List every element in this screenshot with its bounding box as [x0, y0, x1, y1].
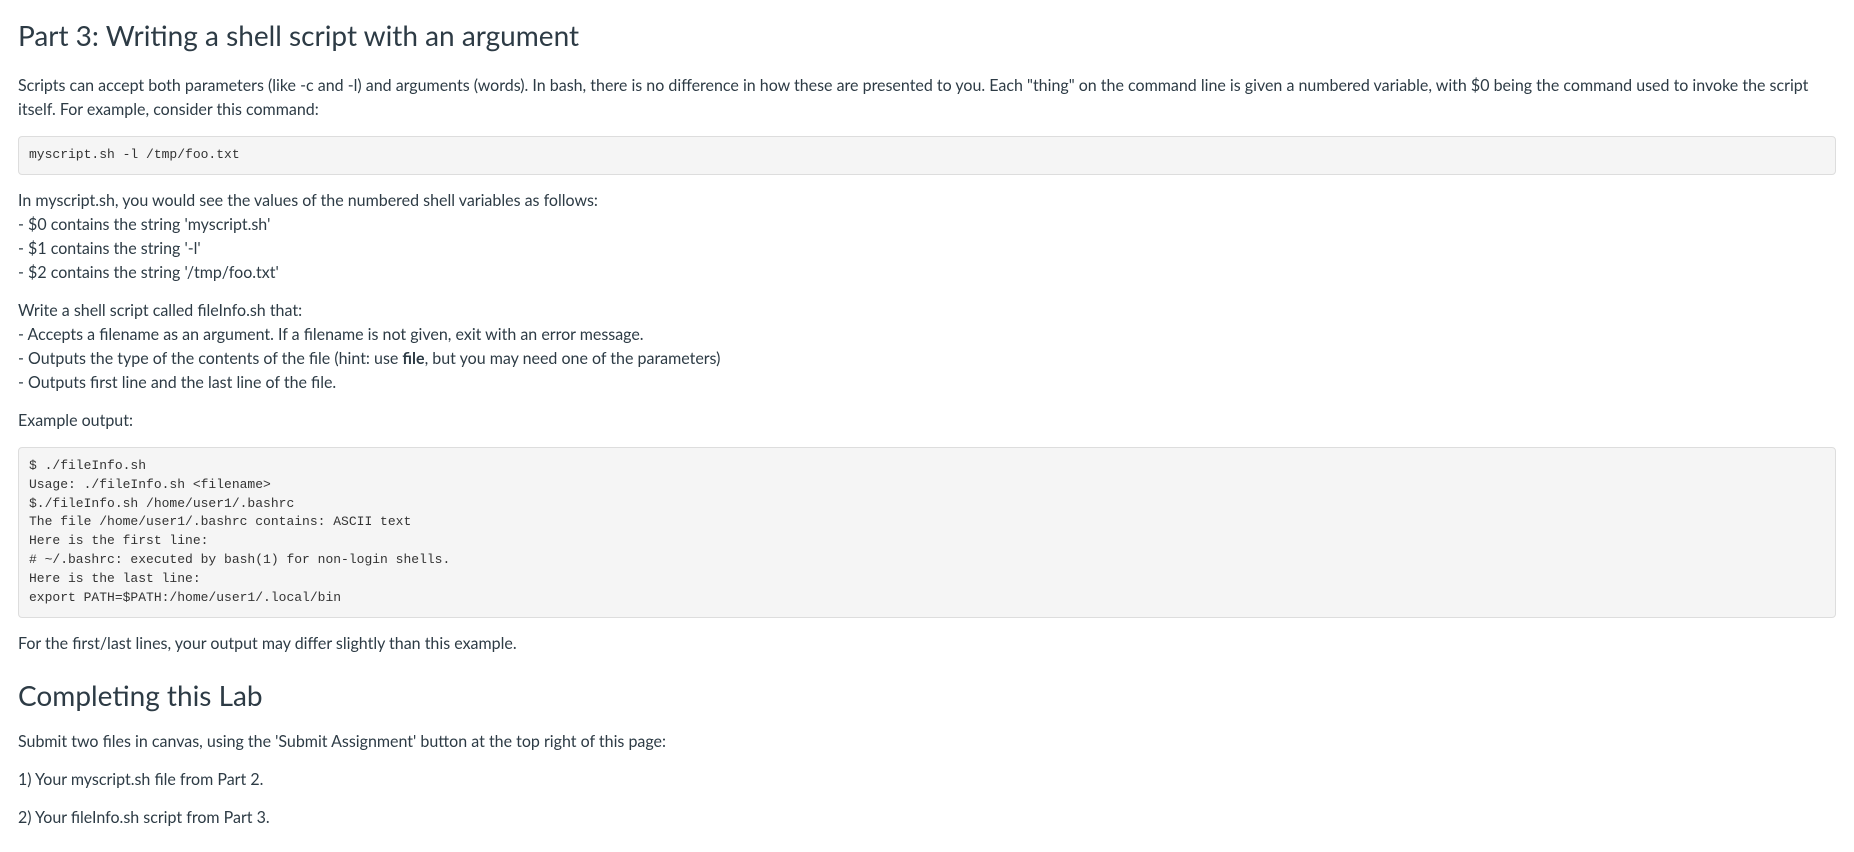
vars-intro: In myscript.sh, you would see the values…	[18, 189, 1836, 213]
example-label: Example output:	[18, 409, 1836, 433]
submit-intro: Submit two files in canvas, using the 'S…	[18, 730, 1836, 754]
variables-block: In myscript.sh, you would see the values…	[18, 189, 1836, 285]
heading-part3: Part 3: Writing a shell script with an a…	[18, 14, 1836, 56]
item2-prefix: - Outputs the type of the contents of th…	[18, 349, 402, 368]
instructions-block: Write a shell script called fileInfo.sh …	[18, 299, 1836, 395]
note-differ: For the first/last lines, your output ma…	[18, 632, 1836, 656]
heading-completing: Completing this Lab	[18, 674, 1836, 716]
vars-line-2: - $2 contains the string '/tmp/foo.txt'	[18, 261, 1836, 285]
code-block-command: myscript.sh -l /tmp/foo.txt	[18, 136, 1836, 175]
instructions-intro: Write a shell script called fileInfo.sh …	[18, 299, 1836, 323]
submit-item-2: 2) Your fileInfo.sh script from Part 3.	[18, 806, 1836, 830]
instructions-item-1: - Accepts a filename as an argument. If …	[18, 323, 1836, 347]
item2-bold: file	[402, 349, 424, 368]
instructions-item-2: - Outputs the type of the contents of th…	[18, 347, 1836, 371]
vars-line-1: - $1 contains the string '-l'	[18, 237, 1836, 261]
submit-item-1: 1) Your myscript.sh file from Part 2.	[18, 768, 1836, 792]
vars-line-0: - $0 contains the string 'myscript.sh'	[18, 213, 1836, 237]
instructions-item-3: - Outputs first line and the last line o…	[18, 371, 1836, 395]
item2-suffix: , but you may need one of the parameters…	[425, 349, 721, 368]
code-block-example: $ ./fileInfo.sh Usage: ./fileInfo.sh <fi…	[18, 447, 1836, 618]
intro-paragraph: Scripts can accept both parameters (like…	[18, 74, 1836, 122]
